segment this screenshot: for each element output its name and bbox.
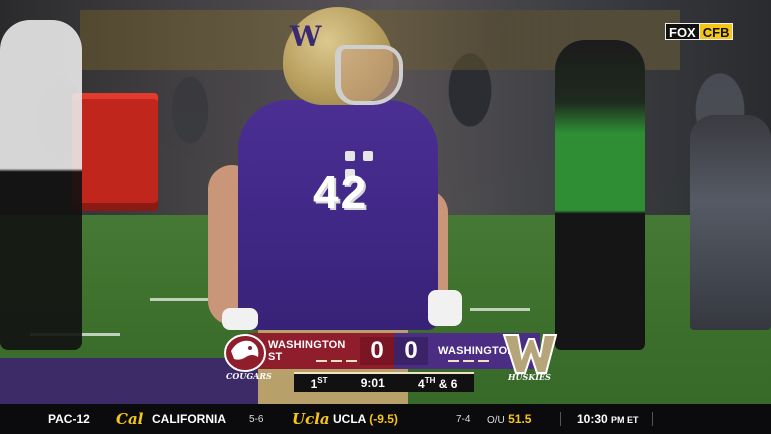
ticker-team1-record: 5-6 [249,413,264,425]
ticker-team2-record: 7-4 [456,413,471,425]
water-cooler [72,93,158,211]
game-clock: 9:01 [360,376,385,390]
quarter: 1ST [310,375,328,391]
score-bug: WASHINGTON ST 0 0 WASHINGTON COUGARS HUS… [222,333,558,393]
cfb-label: CFB [699,23,734,40]
ticker-team1: CALIFORNIA [152,412,226,426]
photographer [690,115,771,330]
ticker-kickoff-time: 10:30 PM ET [577,412,639,426]
yard-line [150,298,210,301]
game-clock-row: 1ST 9:01 4TH & 6 [294,372,474,392]
huskies-logo-text: HUSKIES [508,372,551,382]
ticker-divider [652,412,653,426]
away-timeouts [316,360,357,362]
away-team-block: WASHINGTON ST 0 [248,333,394,369]
cougars-logo-text: COUGARS [226,371,272,381]
network-logo: FOX CFB [665,23,734,40]
home-team-score: 0 [394,337,428,365]
team-scores-row: WASHINGTON ST 0 0 WASHINGTON [248,333,540,369]
camera-operator [555,40,645,350]
jersey-number: 42 [313,166,369,218]
helmet-facemask [335,45,403,105]
fox-label: FOX [665,23,700,40]
player-wristband [428,290,462,326]
home-timeouts [448,360,489,362]
ticker-over-under: O/U 51.5 [487,412,532,426]
ticker-team2: UCLA (-9.5) [333,412,398,426]
bottom-ticker: PAC-12 Cal CALIFORNIA 5-6 Ucla UCLA (-9.… [0,404,771,434]
player-wristband [222,308,258,330]
cal-logo-icon: Cal [116,410,144,428]
helmet-logo: W [290,20,322,53]
ucla-logo-icon: Ucla [292,410,330,428]
ticker-divider [560,412,561,426]
ticker-conference: PAC-12 [48,412,90,426]
away-team-score: 0 [360,337,394,365]
yard-line [470,308,530,311]
jersey-logos [345,148,395,179]
down-and-distance: 4TH & 6 [418,375,458,391]
sideline-person [0,20,82,350]
